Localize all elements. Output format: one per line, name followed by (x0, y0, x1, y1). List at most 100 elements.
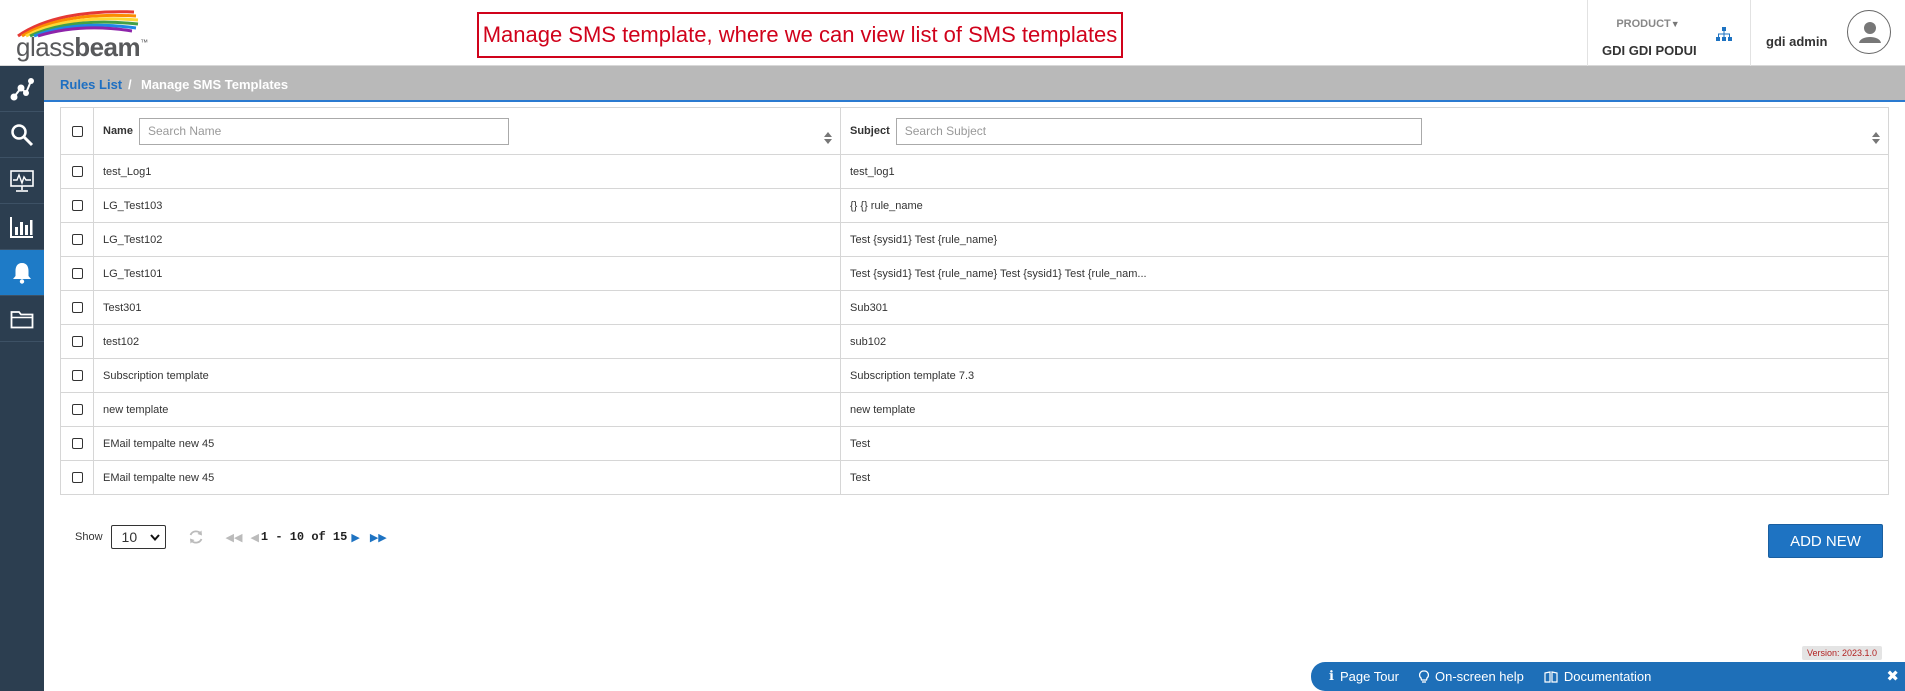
last-page-icon[interactable]: ▶▶ (370, 531, 387, 544)
nav-item-search[interactable] (0, 112, 44, 158)
row-checkbox[interactable] (71, 438, 83, 449)
page-tour-link[interactable]: ℹ Page Tour (1329, 669, 1399, 684)
name-cell[interactable]: EMail tempalte new 45 (93, 460, 841, 495)
product-value: GDI GDI PODUI (1602, 43, 1697, 58)
table-row[interactable]: test_Log1 test_log1 (60, 154, 1889, 189)
table-header-row: Name Search Name Subject Search Subject (60, 107, 1889, 155)
breadcrumb-separator: / (128, 77, 132, 92)
row-checkbox[interactable] (71, 268, 83, 279)
header-divider (1750, 0, 1751, 66)
row-select-cell (60, 358, 94, 393)
name-cell[interactable]: Subscription template (93, 358, 841, 393)
glassbeam-logo[interactable]: glassbeam™ (14, 8, 154, 62)
refresh-icon[interactable] (188, 529, 204, 545)
row-checkbox[interactable] (71, 302, 83, 313)
subject-cell[interactable]: new template (840, 392, 1889, 427)
name-cell[interactable]: Test301 (93, 290, 841, 325)
sidebar (0, 66, 44, 691)
subject-cell[interactable]: {} {} rule_name (840, 188, 1889, 223)
table-row[interactable]: new template new template (60, 392, 1889, 427)
nav-item-analytics[interactable] (0, 66, 44, 112)
subject-cell[interactable]: Test {sysid1} Test {rule_name} Test {sys… (840, 256, 1889, 291)
row-checkbox[interactable] (71, 370, 83, 381)
subject-cell[interactable]: Test (840, 460, 1889, 495)
book-icon (1544, 670, 1558, 683)
nav-item-rules[interactable] (0, 250, 44, 296)
sitemap-icon[interactable] (1716, 27, 1732, 46)
info-icon: ℹ (1329, 669, 1334, 684)
table-row[interactable]: LG_Test101 Test {sysid1} Test {rule_name}… (60, 256, 1889, 291)
name-cell[interactable]: LG_Test103 (93, 188, 841, 223)
product-selector[interactable]: PRODUCT▼ GDI GDI PODUI (1602, 14, 1697, 58)
table-row[interactable]: LG_Test102 Test {sysid1} Test {rule_name} (60, 222, 1889, 257)
name-cell[interactable]: EMail tempalte new 45 (93, 426, 841, 461)
first-page-icon[interactable]: ◀◀ (226, 531, 243, 544)
logo-wordmark: glassbeam™ (16, 32, 148, 62)
row-select-cell (60, 256, 94, 291)
breadcrumb-rules-list-link[interactable]: Rules List (60, 77, 122, 92)
template-name: test102 (103, 335, 140, 348)
annotation-callout: Manage SMS template, where we can view l… (477, 12, 1123, 58)
row-select-cell (60, 188, 94, 223)
template-name: test_Log1 (103, 165, 152, 178)
row-checkbox[interactable] (71, 200, 83, 211)
sort-icon[interactable] (824, 132, 832, 144)
caret-down-icon: ▼ (1670, 19, 1680, 29)
name-column-label: Name (103, 125, 133, 137)
row-checkbox[interactable] (71, 472, 83, 483)
subject-cell[interactable]: test_log1 (840, 154, 1889, 189)
subject-cell[interactable]: sub102 (840, 324, 1889, 359)
documentation-link[interactable]: Documentation (1544, 669, 1651, 684)
name-cell[interactable]: test_Log1 (93, 154, 841, 189)
row-select-cell (60, 154, 94, 189)
row-checkbox[interactable] (71, 166, 83, 177)
table-row[interactable]: EMail tempalte new 45 Test (60, 426, 1889, 461)
user-avatar[interactable] (1847, 10, 1891, 54)
subject-cell[interactable]: Test (840, 426, 1889, 461)
template-name: Subscription template (103, 369, 209, 382)
table-row[interactable]: test102 sub102 (60, 324, 1889, 359)
subject-cell[interactable]: Subscription template 7.3 (840, 358, 1889, 393)
name-column-header: Name Search Name (93, 107, 841, 155)
search-subject-input[interactable]: Search Subject (895, 117, 1422, 145)
select-all-checkbox[interactable] (71, 125, 83, 137)
template-name: LG_Test102 (103, 233, 163, 246)
nav-item-reports[interactable] (0, 204, 44, 250)
prev-page-icon[interactable]: ◀ (250, 531, 258, 544)
row-checkbox[interactable] (71, 404, 83, 415)
sort-icon[interactable] (1872, 132, 1880, 144)
name-cell[interactable]: LG_Test101 (93, 256, 841, 291)
subject-cell[interactable]: Sub301 (840, 290, 1889, 325)
table-row[interactable]: LG_Test103 {} {} rule_name (60, 188, 1889, 223)
user-icon (1859, 22, 1881, 43)
onscreen-help-link[interactable]: On-screen help (1418, 669, 1524, 684)
template-subject: Test {sysid1} Test {rule_name} (850, 233, 998, 246)
template-subject: Sub301 (850, 301, 888, 314)
table-row[interactable]: Test301 Sub301 (60, 290, 1889, 325)
name-cell[interactable]: test102 (93, 324, 841, 359)
lightbulb-icon (1418, 669, 1429, 683)
next-page-icon[interactable]: ▶ (351, 531, 359, 544)
nav-item-dashboards[interactable] (0, 158, 44, 204)
bar-chart-icon (10, 216, 33, 238)
folder-icon (10, 310, 34, 328)
page-size-select[interactable]: 10 (110, 525, 166, 549)
subject-cell[interactable]: Test {sysid1} Test {rule_name} (840, 222, 1889, 257)
row-select-cell (60, 426, 94, 461)
monitor-chart-icon (10, 169, 34, 192)
user-name[interactable]: gdi admin (1766, 34, 1827, 49)
row-select-cell (60, 222, 94, 257)
close-icon[interactable]: ✖ (1886, 667, 1899, 685)
template-name: new template (103, 403, 169, 416)
row-checkbox[interactable] (71, 336, 83, 347)
search-name-input[interactable]: Search Name (138, 117, 509, 145)
name-cell[interactable]: new template (93, 392, 841, 427)
search-icon (11, 123, 34, 146)
nav-item-files[interactable] (0, 296, 44, 342)
name-cell[interactable]: LG_Test102 (93, 222, 841, 257)
template-name: Test301 (103, 301, 142, 314)
table-row[interactable]: Subscription template Subscription templa… (60, 358, 1889, 393)
row-checkbox[interactable] (71, 234, 83, 245)
table-row[interactable]: EMail tempalte new 45 Test (60, 460, 1889, 495)
add-new-button[interactable]: ADD NEW (1768, 524, 1883, 558)
